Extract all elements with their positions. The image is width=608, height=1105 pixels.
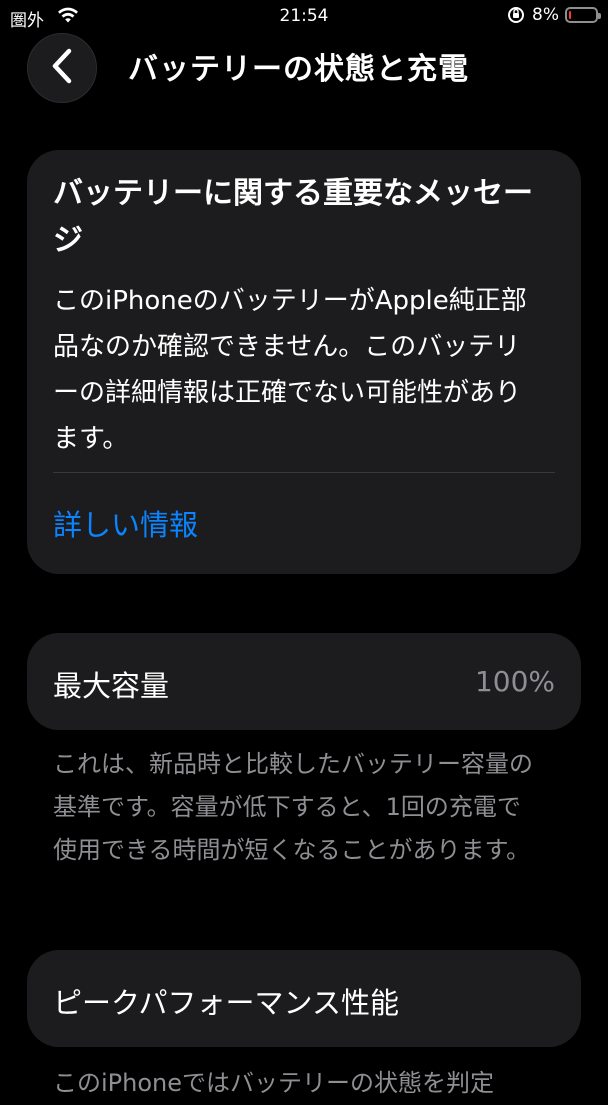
peak-performance-label: ピークパフォーマンス性能	[53, 986, 399, 1020]
battery-icon	[565, 7, 601, 23]
battery-percent: 8%	[532, 5, 559, 25]
peak-performance-description: このiPhoneではバッテリーの状態を判定	[53, 1069, 495, 1097]
divider	[53, 472, 555, 473]
battery-fill	[569, 11, 571, 19]
rotation-lock-icon	[506, 5, 526, 25]
back-button[interactable]	[27, 33, 97, 103]
warning-title: バッテリーに関する重要なメッセージ	[53, 176, 533, 258]
max-capacity-value: 100%	[474, 665, 555, 698]
peak-performance-row: ピークパフォーマンス性能	[27, 950, 581, 1047]
status-bar: 圏外 21:54 8%	[0, 0, 608, 34]
page-title: バッテリーの状態と充電	[128, 52, 469, 87]
max-capacity-description: これは、新品時と比較したバッテリー容量の基準です。容量が低下すると、1回の充電で…	[53, 750, 533, 864]
chevron-left-icon	[49, 48, 75, 88]
max-capacity-label: 最大容量	[53, 669, 170, 703]
more-info-link[interactable]: 詳しい情報	[53, 502, 198, 544]
max-capacity-row: 最大容量 100%	[27, 633, 581, 730]
warning-body: このiPhoneのバッテリーがApple純正部品なのか確認できません。このバッテ…	[53, 286, 527, 454]
